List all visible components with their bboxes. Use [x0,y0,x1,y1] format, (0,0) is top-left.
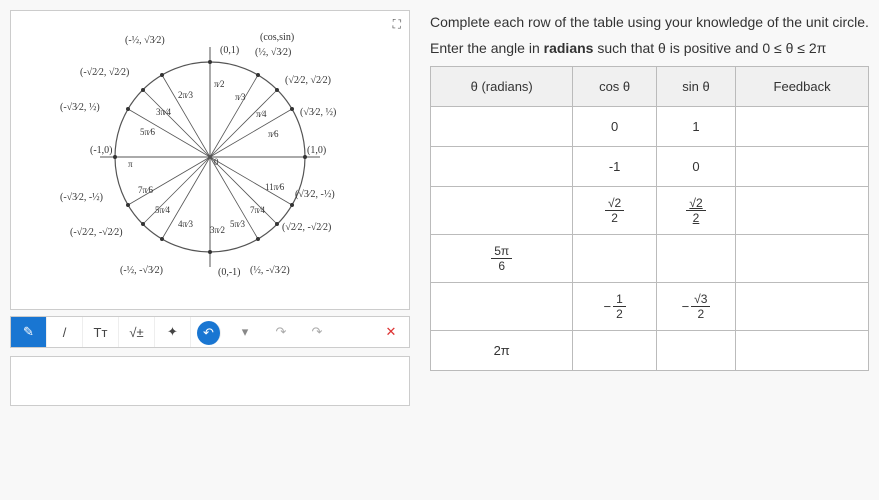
pt-q3-1: (-√2⁄2, -√2⁄2) [70,227,123,238]
math-toolbar: ✎ / Tᴛ √± ✦ ↶ ▾ ↷ ↷ ✕ [10,316,410,348]
pt-q4-1: (√2⁄2, -√2⁄2) [282,222,331,233]
ang-q2-0: 2π⁄3 [178,90,193,100]
pt-q3-2: (-½, -√3⁄2) [120,265,163,276]
cell-sin[interactable] [656,331,735,371]
instructions: Complete each row of the table using you… [430,14,869,56]
instructions-line2: Enter the angle in radians such that θ i… [430,40,869,56]
unit-circle-diagram: (cos,sin) (0,1) (1,0) (0,-1) (-1,0) 0 (½… [70,17,350,297]
tt-tool[interactable]: Tᴛ [83,317,119,347]
cell-sin: 1 [656,107,735,147]
cell-theta[interactable] [431,187,573,235]
pt-q4-0: (√3⁄2, -½) [295,189,335,200]
ang-q1-2: π⁄3 [235,92,246,102]
cell-cos: -1 [573,147,657,187]
ang-q3-1: 7π⁄6 [138,185,153,195]
cell-sin: 0 [656,147,735,187]
cell-theta[interactable] [431,147,573,187]
col-cos: cos θ [573,67,657,107]
ang-q1-0: π⁄6 [268,129,279,139]
ang-q1-1: π⁄4 [256,109,267,119]
pt-left: (-1,0) [90,145,113,156]
sqrt-tool[interactable]: √± [119,317,155,347]
redo1-icon[interactable]: ↷ [263,317,299,347]
col-feedback: Feedback [736,67,869,107]
cell-feedback [736,283,869,331]
table-row: -1 0 [431,147,869,187]
ang-q3-0: π [128,159,133,169]
cell-theta[interactable] [431,283,573,331]
cell-feedback [736,331,869,371]
cell-feedback [736,235,869,283]
pt-right: (1,0) [307,145,326,156]
pt-q3-0: (-√3⁄2, -½) [60,192,103,203]
cell-cos[interactable] [573,235,657,283]
pt-q2-0: (-½, √3⁄2) [125,35,165,46]
diagram-header: (cos,sin) [260,32,294,43]
redo2-icon[interactable]: ↷ [299,317,335,347]
dropdown-caret-icon[interactable]: ▾ [227,317,263,347]
table-row: 2π [431,331,869,371]
eraser-tool[interactable]: ✦ [155,317,191,347]
cell-cos: √22 [573,187,657,235]
expand-icon[interactable]: ⛶ [393,17,401,32]
pt-bottom: (0,-1) [218,267,241,278]
table-row: 0 1 [431,107,869,147]
slash-tool[interactable]: / [47,317,83,347]
unit-circle-svg [70,17,350,297]
cell-theta: 5π6 [431,235,573,283]
ang-q4-0: 3π⁄2 [210,225,225,235]
ang-q2-1: 3π⁄4 [156,107,171,117]
origin-label: 0 [214,157,219,167]
pencil-tool[interactable]: ✎ [11,317,47,347]
cell-theta[interactable] [431,107,573,147]
table-row: √22 √22 [431,187,869,235]
ang-q4-3: 11π⁄6 [265,182,284,192]
cell-sin: √22 [656,187,735,235]
pt-top: (0,1) [220,45,239,56]
ang-q3-3: 4π⁄3 [178,219,193,229]
ang-q4-2: 7π⁄4 [250,205,265,215]
cell-cos: −12 [573,283,657,331]
cell-theta: 2π [431,331,573,371]
unit-circle-panel: ⛶ (cos,sin) [10,10,410,310]
col-theta: θ (radians) [431,67,573,107]
table-row: 5π6 [431,235,869,283]
ang-q4-1: 5π⁄3 [230,219,245,229]
pt-q1-0: (½, √3⁄2) [255,47,291,58]
answer-input[interactable] [10,356,410,406]
cell-sin: −√32 [656,283,735,331]
table-row: −12 −√32 [431,283,869,331]
pt-q2-2: (-√3⁄2, ½) [60,102,100,113]
cell-cos[interactable] [573,331,657,371]
cell-feedback [736,147,869,187]
pt-q2-1: (-√2⁄2, √2⁄2) [80,67,129,78]
ang-q3-2: 5π⁄4 [155,205,170,215]
instructions-line1: Complete each row of the table using you… [430,14,869,30]
ang-q2-2: 5π⁄6 [140,127,155,137]
ang-q1-3: π⁄2 [214,79,225,89]
col-sin: sin θ [656,67,735,107]
pt-q1-2: (√3⁄2, ½) [300,107,336,118]
cell-feedback [736,107,869,147]
close-button[interactable]: ✕ [373,317,409,347]
pt-q1-1: (√2⁄2, √2⁄2) [285,75,331,86]
answer-table: θ (radians) cos θ sin θ Feedback 0 1 -1 … [430,66,869,371]
pt-q4-2: (½, -√3⁄2) [250,265,290,276]
cell-sin[interactable] [656,235,735,283]
cell-cos: 0 [573,107,657,147]
undo-button[interactable]: ↶ [197,321,221,345]
cell-feedback [736,187,869,235]
